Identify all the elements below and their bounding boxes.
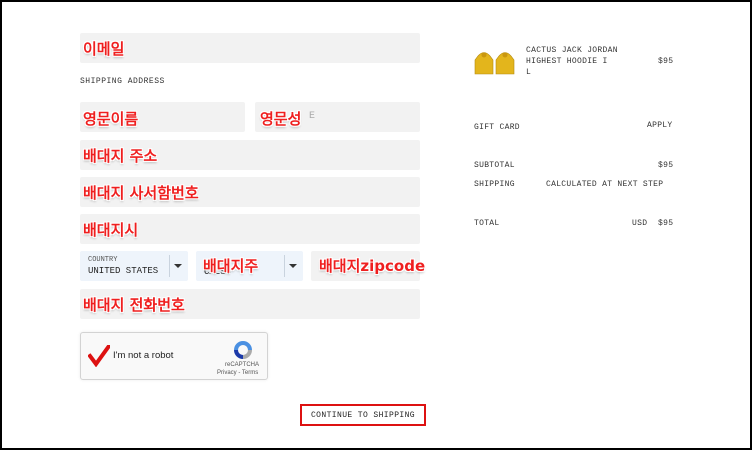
product-name: CACTUS JACK JORDAN HIGHEST HOODIE I L bbox=[526, 46, 618, 77]
state-overlay-label: 배대지주 bbox=[203, 257, 259, 275]
recaptcha-widget: I'm not a robot reCAPTCHA Privacy - Term… bbox=[80, 332, 268, 380]
first-name-overlay-label: 영문이름 bbox=[83, 110, 139, 128]
subtotal-value: $95 bbox=[658, 161, 674, 170]
recaptcha-checkbox[interactable] bbox=[87, 343, 112, 368]
email-field[interactable] bbox=[80, 33, 420, 63]
shipping-address-heading: SHIPPING ADDRESS bbox=[80, 77, 165, 86]
total-label: TOTAL bbox=[474, 219, 500, 228]
product-thumbnail bbox=[474, 48, 518, 76]
apply-button[interactable]: APPLY bbox=[647, 121, 673, 130]
state-select-divider bbox=[284, 255, 285, 277]
phone-overlay-label: 배대지 전화번호 bbox=[83, 296, 185, 314]
recaptcha-links[interactable]: Privacy - Terms bbox=[217, 370, 258, 376]
gift-card-label: GIFT CARD bbox=[474, 123, 520, 132]
total-currency: USD bbox=[632, 219, 648, 228]
shipping-value: CALCULATED AT NEXT STEP bbox=[546, 180, 664, 189]
country-value: UNITED STATES bbox=[88, 266, 159, 276]
country-caption: COUNTRY bbox=[88, 256, 118, 264]
recaptcha-label: I'm not a robot bbox=[113, 350, 174, 361]
product-price: $95 bbox=[658, 57, 674, 66]
chevron-down-icon bbox=[174, 264, 182, 268]
recaptcha-brand: reCAPTCHA bbox=[225, 362, 260, 368]
recaptcha-logo-icon bbox=[234, 341, 252, 359]
country-select-divider bbox=[169, 255, 170, 277]
page-frame: 이메일 SHIPPING ADDRESS 영문이름 E 영문성 배대지 주소 배… bbox=[0, 0, 752, 450]
hoodie-icon bbox=[474, 52, 515, 75]
city-overlay-label: 배대지시 bbox=[83, 221, 139, 239]
last-name-placeholder: E bbox=[309, 111, 316, 122]
continue-to-shipping-button[interactable]: CONTINUE TO SHIPPING bbox=[300, 404, 426, 426]
zip-overlay-label: 배대지zipcode bbox=[319, 257, 426, 275]
country-select[interactable]: COUNTRY UNITED STATES bbox=[80, 251, 188, 281]
last-name-overlay-label: 영문성 bbox=[260, 110, 302, 128]
subtotal-label: SUBTOTAL bbox=[474, 161, 515, 170]
suite-overlay-label: 배대지 사서함번호 bbox=[83, 184, 199, 202]
chevron-down-icon bbox=[289, 264, 297, 268]
checkmark-icon bbox=[87, 343, 112, 368]
shipping-label: SHIPPING bbox=[474, 180, 515, 189]
email-overlay-label: 이메일 bbox=[83, 40, 125, 58]
total-value: $95 bbox=[658, 219, 674, 228]
address-overlay-label: 배대지 주소 bbox=[83, 147, 158, 165]
